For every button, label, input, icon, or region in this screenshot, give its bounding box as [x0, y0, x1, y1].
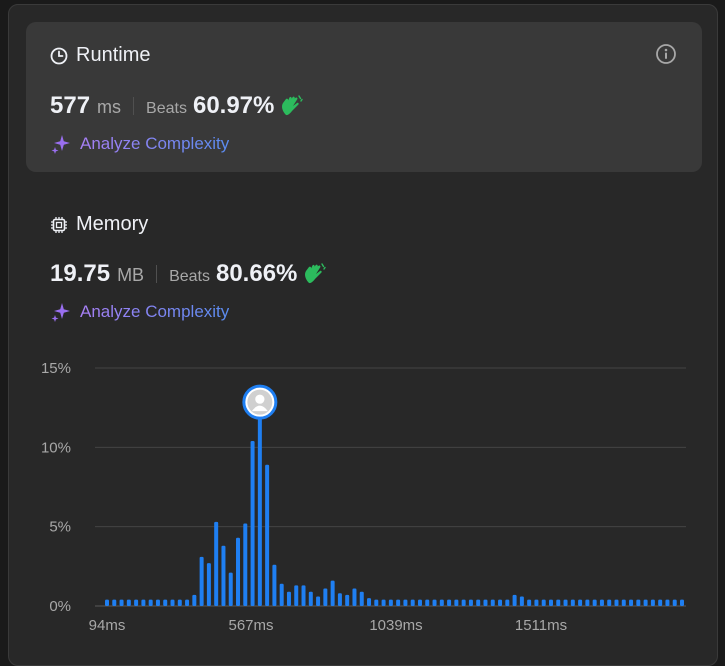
chart-bar[interactable]: [599, 599, 604, 606]
x-tick-label: 1511ms: [515, 617, 567, 634]
chart-bar[interactable]: [105, 599, 109, 606]
chart-bar[interactable]: [337, 593, 342, 606]
chart-bar[interactable]: [185, 599, 190, 606]
chart-bar[interactable]: [483, 599, 488, 606]
chart-bar[interactable]: [650, 599, 655, 606]
chart-bar[interactable]: [286, 591, 291, 606]
chart-bar[interactable]: [534, 599, 539, 606]
chart-bar[interactable]: [228, 572, 233, 606]
chart-bar[interactable]: [658, 599, 663, 606]
x-tick-label: 567ms: [228, 617, 273, 634]
chart-bar[interactable]: [425, 599, 430, 606]
chart-bar[interactable]: [214, 521, 219, 606]
chart-bar[interactable]: [236, 537, 241, 606]
chart-bar[interactable]: [643, 599, 648, 606]
chart-bar[interactable]: [279, 583, 284, 606]
chart-bar[interactable]: [177, 599, 182, 606]
chart-bar[interactable]: [221, 545, 226, 606]
chart-bar[interactable]: [192, 594, 197, 606]
chart-bar[interactable]: [367, 598, 372, 606]
chart-bar[interactable]: [417, 599, 422, 606]
chart-bar[interactable]: [505, 599, 510, 606]
chart-bar[interactable]: [352, 588, 357, 606]
chart-bar[interactable]: [388, 599, 393, 606]
chart-bar[interactable]: [403, 599, 408, 606]
chart-bar[interactable]: [374, 599, 379, 606]
chart-bar[interactable]: [119, 599, 124, 606]
chart-bar[interactable]: [512, 594, 517, 606]
chart-y-axis: 15% 10% 5% 0%: [41, 360, 71, 615]
chart-bar[interactable]: [396, 599, 401, 606]
chart-bar[interactable]: [294, 585, 299, 606]
chart-bar[interactable]: [680, 599, 684, 606]
chart-bar[interactable]: [345, 594, 350, 606]
chart-bar[interactable]: [541, 599, 546, 606]
chart-bar[interactable]: [126, 599, 131, 606]
chart-bar[interactable]: [621, 599, 626, 606]
chart-bar[interactable]: [199, 556, 204, 606]
chart-bar[interactable]: [570, 599, 575, 606]
chart-bar[interactable]: [447, 599, 452, 606]
chart-bar[interactable]: [527, 599, 532, 606]
chart-bar[interactable]: [476, 599, 481, 606]
x-tick-label: 94ms: [89, 617, 126, 634]
chart-bar[interactable]: [563, 599, 568, 606]
chart-x-axis: 94ms 567ms 1039ms 1511ms: [89, 617, 567, 634]
chart-bar[interactable]: [265, 464, 270, 606]
chart-bars: [105, 417, 684, 606]
chart-bar[interactable]: [454, 599, 459, 606]
chart-bar[interactable]: [636, 599, 641, 606]
runtime-distribution-chart: 15% 10% 5% 0% 94ms 567ms 1039ms 1511ms: [41, 360, 686, 634]
chart-bar[interactable]: [134, 599, 139, 606]
chart-bar[interactable]: [250, 440, 255, 606]
chart-bar[interactable]: [519, 596, 524, 606]
y-tick-label: 15%: [41, 360, 71, 377]
chart-bar[interactable]: [359, 591, 364, 606]
y-tick-label: 0%: [49, 598, 71, 615]
user-avatar-icon[interactable]: [242, 384, 278, 420]
chart-bar[interactable]: [112, 599, 117, 606]
chart-bar[interactable]: [439, 599, 444, 606]
chart-bar[interactable]: [206, 563, 211, 606]
chart-bar[interactable]: [578, 599, 583, 606]
chart-bar[interactable]: [672, 599, 677, 606]
x-tick-label: 1039ms: [369, 617, 422, 634]
chart-bar[interactable]: [148, 599, 153, 606]
chart-bar[interactable]: [468, 599, 473, 606]
chart-bar[interactable]: [170, 599, 175, 606]
chart-bar[interactable]: [556, 599, 561, 606]
chart-bar[interactable]: [665, 599, 670, 606]
chart-bar[interactable]: [308, 591, 313, 606]
chart-bar[interactable]: [141, 599, 146, 606]
chart-bar[interactable]: [461, 599, 466, 606]
chart-bar[interactable]: [301, 585, 306, 606]
chart-bar[interactable]: [330, 580, 335, 606]
chart-bar[interactable]: [272, 564, 277, 606]
chart-bar[interactable]: [490, 599, 495, 606]
chart-bar[interactable]: [614, 599, 619, 606]
chart-bar[interactable]: [257, 417, 262, 606]
chart-bar[interactable]: [323, 588, 328, 606]
chart-bar[interactable]: [498, 599, 503, 606]
chart-bar[interactable]: [316, 596, 321, 606]
chart-bar[interactable]: [548, 599, 553, 606]
chart-bar[interactable]: [607, 599, 612, 606]
chart-bar[interactable]: [629, 599, 634, 606]
chart-bar[interactable]: [410, 599, 415, 606]
avatar-head: [255, 394, 265, 404]
y-tick-label: 10%: [41, 439, 71, 456]
chart-bar[interactable]: [155, 599, 160, 606]
chart-bar[interactable]: [585, 599, 590, 606]
chart-bar[interactable]: [243, 523, 248, 606]
chart-grid: [95, 367, 686, 607]
chart-bar[interactable]: [432, 599, 437, 606]
y-tick-label: 5%: [49, 519, 71, 536]
chart-bar[interactable]: [592, 599, 597, 606]
chart-bar[interactable]: [163, 599, 168, 606]
chart-bar[interactable]: [381, 599, 386, 606]
